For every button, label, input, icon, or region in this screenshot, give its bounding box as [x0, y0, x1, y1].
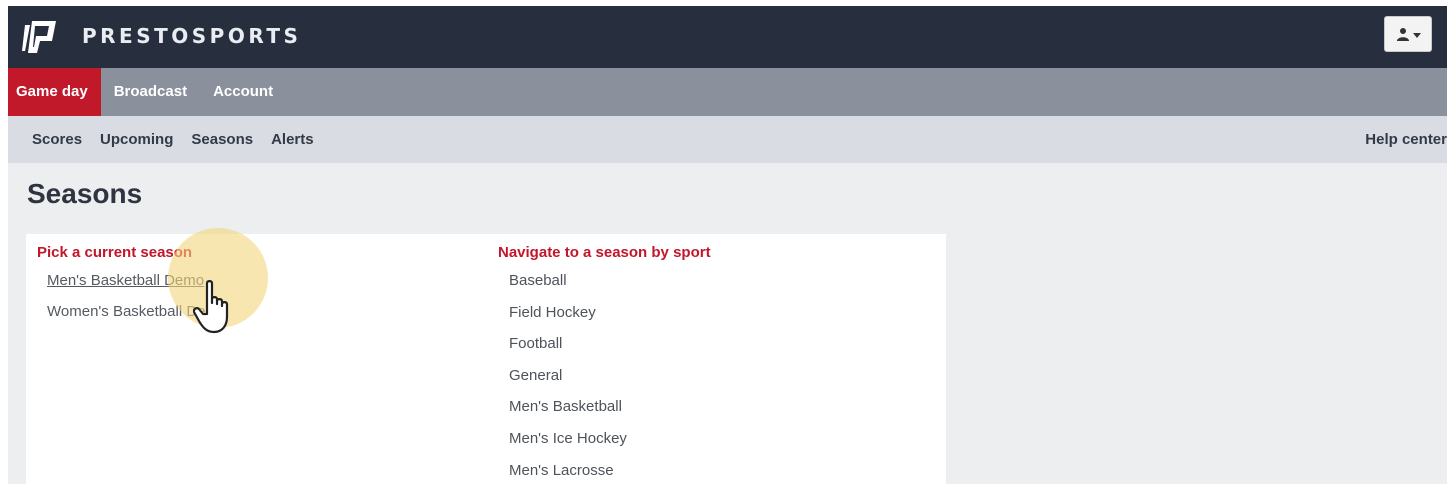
sport-link-general[interactable]: General	[509, 365, 711, 397]
help-center-link[interactable]: Help center	[1365, 116, 1447, 163]
sport-link-football[interactable]: Football	[509, 333, 711, 365]
nav-upcoming[interactable]: Upcoming	[100, 116, 173, 163]
primary-nav: Game day Broadcast Account	[8, 68, 1447, 116]
top-header: PRESTOSPORTS	[8, 6, 1447, 68]
tab-account[interactable]: Account	[200, 68, 286, 116]
sport-link-mens-basketball[interactable]: Men's Basketball	[509, 396, 711, 428]
nav-alerts[interactable]: Alerts	[271, 116, 314, 163]
prestosports-logo-icon[interactable]	[22, 17, 60, 57]
tab-game-day[interactable]: Game day	[8, 68, 101, 116]
user-menu-button[interactable]	[1384, 16, 1432, 52]
page-title: Seasons	[27, 178, 143, 209]
sport-link-baseball[interactable]: Baseball	[509, 270, 711, 302]
brand-name: PRESTOSPORTS	[82, 24, 302, 48]
nav-seasons[interactable]: Seasons	[191, 116, 253, 163]
hand-pointer-icon	[193, 280, 229, 334]
sport-link-field-hockey[interactable]: Field Hockey	[509, 302, 711, 334]
tab-broadcast[interactable]: Broadcast	[101, 68, 200, 116]
sports-column: Navigate to a season by sport Baseball F…	[498, 244, 711, 484]
sports-heading: Navigate to a season by sport	[498, 244, 711, 261]
secondary-nav-list: Scores Upcoming Seasons Alerts	[32, 116, 314, 163]
secondary-nav: Scores Upcoming Seasons Alerts Help cent…	[8, 116, 1447, 163]
sport-link-mens-lacrosse[interactable]: Men's Lacrosse	[509, 460, 711, 484]
chevron-down-icon	[1412, 32, 1421, 38]
app-window: PRESTOSPORTS Game day Broadcast Account …	[8, 6, 1447, 484]
seasons-panel: Pick a current season Men's Basketball D…	[26, 234, 946, 484]
user-icon	[1396, 28, 1409, 41]
nav-scores[interactable]: Scores	[32, 116, 82, 163]
sport-link-mens-ice-hockey[interactable]: Men's Ice Hockey	[509, 428, 711, 460]
